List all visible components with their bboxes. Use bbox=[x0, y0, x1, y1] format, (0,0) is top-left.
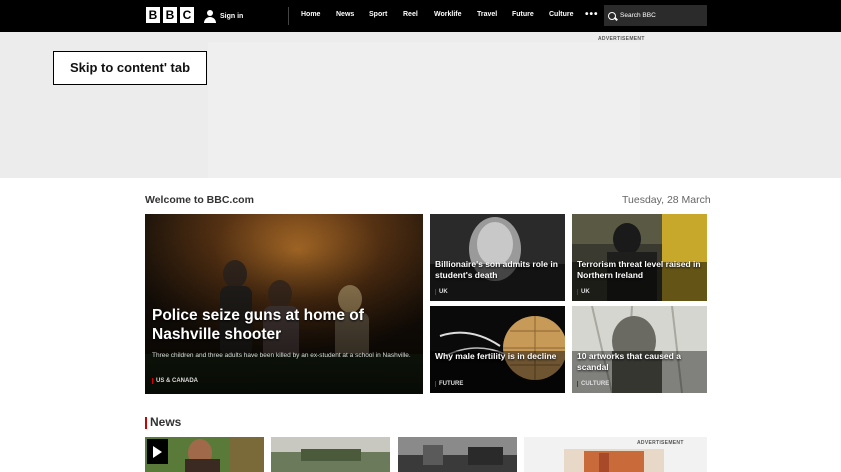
play-icon[interactable] bbox=[147, 439, 168, 464]
logo-letter-b1: B bbox=[146, 7, 160, 23]
sign-in-button[interactable]: Sign in bbox=[204, 9, 243, 23]
story-image bbox=[572, 214, 707, 301]
nav-item-worklife[interactable]: Worklife bbox=[434, 11, 462, 18]
story-tag[interactable]: UK bbox=[577, 289, 590, 295]
story-tag[interactable]: FUTURE bbox=[435, 381, 463, 387]
story-card[interactable]: 10 artworks that caused a scandal CULTUR… bbox=[572, 306, 707, 393]
nav-item-culture[interactable]: Culture bbox=[549, 11, 574, 18]
nav-item-travel[interactable]: Travel bbox=[477, 11, 497, 18]
news-thumbnail[interactable] bbox=[271, 437, 390, 472]
search-input[interactable]: Search BBC bbox=[604, 5, 707, 26]
news-image bbox=[398, 437, 517, 472]
story-image bbox=[572, 306, 707, 393]
logo-letter-c: C bbox=[180, 7, 194, 23]
nav-divider bbox=[288, 7, 289, 25]
nav-item-sport[interactable]: Sport bbox=[369, 11, 387, 18]
skip-to-content-link[interactable]: Skip to content' tab bbox=[53, 51, 207, 85]
story-card[interactable]: Why male fertility is in decline FUTURE bbox=[430, 306, 565, 393]
nav-item-news[interactable]: News bbox=[336, 11, 354, 18]
story-image bbox=[430, 306, 565, 393]
story-title[interactable]: 10 artworks that caused a scandal bbox=[577, 351, 705, 373]
bbc-logo[interactable]: B B C bbox=[146, 7, 194, 25]
news-section-marker bbox=[145, 417, 147, 429]
news-thumbnail[interactable] bbox=[398, 437, 517, 472]
story-title[interactable]: Billionaire's son admits role in student… bbox=[435, 259, 563, 281]
lead-story-image bbox=[145, 214, 423, 394]
ad-slot[interactable] bbox=[208, 42, 640, 178]
story-tag[interactable]: CULTURE bbox=[577, 381, 609, 387]
story-title[interactable]: Why male fertility is in decline bbox=[435, 351, 563, 362]
story-card[interactable]: Terrorism threat level raised in Norther… bbox=[572, 214, 707, 301]
advertisement-label-bottom: ADVERTISEMENT bbox=[637, 440, 684, 446]
logo-letter-b2: B bbox=[163, 7, 177, 23]
news-section-title[interactable]: News bbox=[150, 415, 181, 429]
section-title: Welcome to BBC.com bbox=[145, 194, 254, 206]
nav-item-home[interactable]: Home bbox=[301, 11, 320, 18]
nav-item-future[interactable]: Future bbox=[512, 11, 534, 18]
advertisement-label-top: ADVERTISEMENT bbox=[598, 36, 645, 42]
nav-item-reel[interactable]: Reel bbox=[403, 11, 418, 18]
user-icon bbox=[204, 9, 216, 23]
story-card[interactable]: Billionaire's son admits role in student… bbox=[430, 214, 565, 301]
lead-story-summary: Three children and three adults have bee… bbox=[152, 352, 411, 359]
sign-in-label: Sign in bbox=[220, 12, 244, 20]
story-image bbox=[430, 214, 565, 301]
top-nav: B B C Sign in Home News Sport Reel Workl… bbox=[0, 0, 841, 32]
search-placeholder: Search BBC bbox=[620, 12, 656, 19]
more-menu-button[interactable]: ••• bbox=[585, 9, 599, 20]
lead-story-tag[interactable]: US & CANADA bbox=[152, 378, 198, 384]
lead-story-title[interactable]: Police seize guns at home of Nashville s… bbox=[152, 306, 414, 344]
news-image bbox=[271, 437, 390, 472]
current-date: Tuesday, 28 March bbox=[622, 194, 711, 206]
story-tag[interactable]: UK bbox=[435, 289, 448, 295]
story-title[interactable]: Terrorism threat level raised in Norther… bbox=[577, 259, 705, 281]
lead-story-card[interactable]: Police seize guns at home of Nashville s… bbox=[145, 214, 423, 394]
search-icon bbox=[608, 11, 616, 20]
